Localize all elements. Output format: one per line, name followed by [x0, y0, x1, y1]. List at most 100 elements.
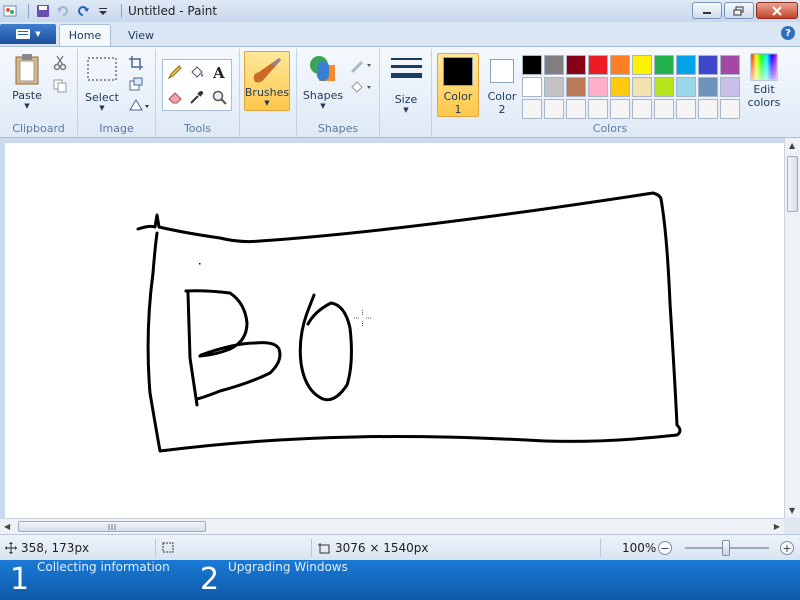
outline-button[interactable]: [347, 55, 375, 75]
paint-app-icon[interactable]: [2, 3, 18, 19]
crosshair-cursor-icon: [354, 310, 371, 326]
scroll-down-icon[interactable]: ▼: [789, 506, 795, 515]
palette-swatch[interactable]: [610, 55, 630, 75]
status-divider: [155, 539, 156, 557]
rotate-button[interactable]: [126, 95, 152, 115]
palette-swatch[interactable]: [588, 99, 608, 119]
size-button[interactable]: Size ▼: [386, 53, 426, 114]
clipboard-group: Paste ▼ Clipboard: [0, 49, 78, 137]
save-icon[interactable]: [35, 3, 51, 19]
scroll-right-icon[interactable]: ▶: [774, 522, 780, 531]
palette-swatch[interactable]: [698, 99, 718, 119]
fill-button[interactable]: [347, 77, 375, 97]
paint-menu-button[interactable]: ▼: [0, 24, 56, 44]
pencil-tool[interactable]: [165, 62, 185, 82]
palette-swatch[interactable]: [676, 55, 696, 75]
palette-swatch[interactable]: [676, 77, 696, 97]
palette-swatch[interactable]: [720, 55, 740, 75]
rotate-icon: [129, 99, 149, 111]
restore-button[interactable]: [724, 2, 754, 19]
color-picker-tool[interactable]: [187, 87, 207, 107]
palette-swatch[interactable]: [544, 99, 564, 119]
select-button[interactable]: Select ▼: [82, 53, 122, 112]
close-button[interactable]: [756, 2, 798, 19]
brushes-button[interactable]: Brushes ▼: [244, 51, 290, 111]
palette-swatch[interactable]: [632, 99, 652, 119]
palette-swatch[interactable]: [698, 77, 718, 97]
tools-group: A Tools: [156, 49, 240, 137]
svg-text:A: A: [212, 64, 225, 80]
palette-swatch[interactable]: [588, 55, 608, 75]
palette-swatch[interactable]: [522, 99, 542, 119]
cut-button[interactable]: [50, 53, 70, 73]
palette-swatch[interactable]: [676, 99, 696, 119]
line-width-icon: [390, 53, 422, 85]
palette-swatch[interactable]: [544, 77, 564, 97]
undo-icon[interactable]: [55, 3, 71, 19]
palette-swatch[interactable]: [588, 77, 608, 97]
vertical-scroll-thumb[interactable]: [787, 156, 798, 212]
scroll-left-icon[interactable]: ◀: [4, 522, 10, 531]
magnifier-tool[interactable]: [209, 87, 229, 107]
eraser-tool[interactable]: [165, 87, 185, 107]
image-group-label: Image: [99, 122, 134, 135]
palette-swatch[interactable]: [566, 55, 586, 75]
paste-button[interactable]: Paste ▼: [8, 53, 46, 110]
tab-home[interactable]: Home: [59, 24, 111, 46]
redo-icon[interactable]: [75, 3, 91, 19]
zoom-in-button[interactable]: +: [780, 541, 794, 555]
zoom-level-text: 100%: [622, 541, 657, 555]
copy-button[interactable]: [50, 76, 70, 96]
minimize-button[interactable]: [692, 2, 722, 19]
palette-swatch[interactable]: [632, 55, 652, 75]
palette-swatch[interactable]: [610, 99, 630, 119]
selection-size: [161, 535, 175, 561]
plus-icon: +: [782, 541, 792, 555]
palette-swatch[interactable]: [698, 55, 718, 75]
clipboard-group-label: Clipboard: [12, 122, 65, 135]
palette-swatch[interactable]: [632, 77, 652, 97]
paste-label: Paste: [12, 89, 42, 102]
palette-swatch[interactable]: [544, 55, 564, 75]
work-area: [0, 138, 784, 518]
palette-swatch[interactable]: [720, 77, 740, 97]
tab-view[interactable]: View: [118, 24, 164, 46]
fill-tool[interactable]: [187, 62, 207, 82]
horizontal-scroll-thumb[interactable]: [18, 521, 206, 532]
text-tool[interactable]: A: [209, 62, 229, 82]
edit-colors-label-2: colors: [747, 96, 781, 109]
palette-swatch[interactable]: [610, 77, 630, 97]
palette-swatch[interactable]: [654, 77, 674, 97]
customize-toolbar-icon[interactable]: [95, 3, 111, 19]
palette-swatch[interactable]: [566, 99, 586, 119]
resize-button[interactable]: [126, 74, 146, 94]
palette-swatch[interactable]: [720, 99, 740, 119]
chevron-down-icon: ▼: [403, 106, 409, 114]
palette-swatch[interactable]: [654, 55, 674, 75]
scroll-up-icon[interactable]: ▲: [789, 141, 795, 150]
palette-swatch[interactable]: [654, 99, 674, 119]
grip-icon: [108, 524, 116, 530]
vertical-scrollbar[interactable]: ▲ ▼: [784, 138, 800, 518]
color2-button[interactable]: Color 2: [481, 53, 523, 117]
drawn-dot: [199, 263, 201, 265]
palette-swatch[interactable]: [566, 77, 586, 97]
image-group: Select ▼ Image: [78, 49, 156, 137]
scroll-corner: [784, 518, 800, 534]
crop-button[interactable]: [126, 53, 146, 73]
zoom-slider-thumb[interactable]: [722, 540, 730, 556]
edit-colors-button[interactable]: Edit colors: [744, 53, 784, 117]
help-icon[interactable]: ?: [781, 26, 795, 40]
color1-button[interactable]: Color 1: [437, 53, 479, 117]
zoom-out-button[interactable]: −: [658, 541, 672, 555]
horizontal-scrollbar[interactable]: ◀ ▶: [0, 518, 784, 534]
palette-swatch[interactable]: [522, 55, 542, 75]
palette-swatch[interactable]: [522, 77, 542, 97]
drawing-canvas[interactable]: [5, 143, 784, 518]
shapes-button[interactable]: Shapes ▼: [301, 53, 345, 110]
size-label: Size: [394, 93, 418, 106]
title-separator: [28, 4, 29, 18]
brushes-label: Brushes: [244, 86, 290, 99]
image-size-text: 3076 × 1540px: [335, 541, 429, 555]
ribbon-tab-row: ▼ Home View ?: [0, 22, 800, 46]
